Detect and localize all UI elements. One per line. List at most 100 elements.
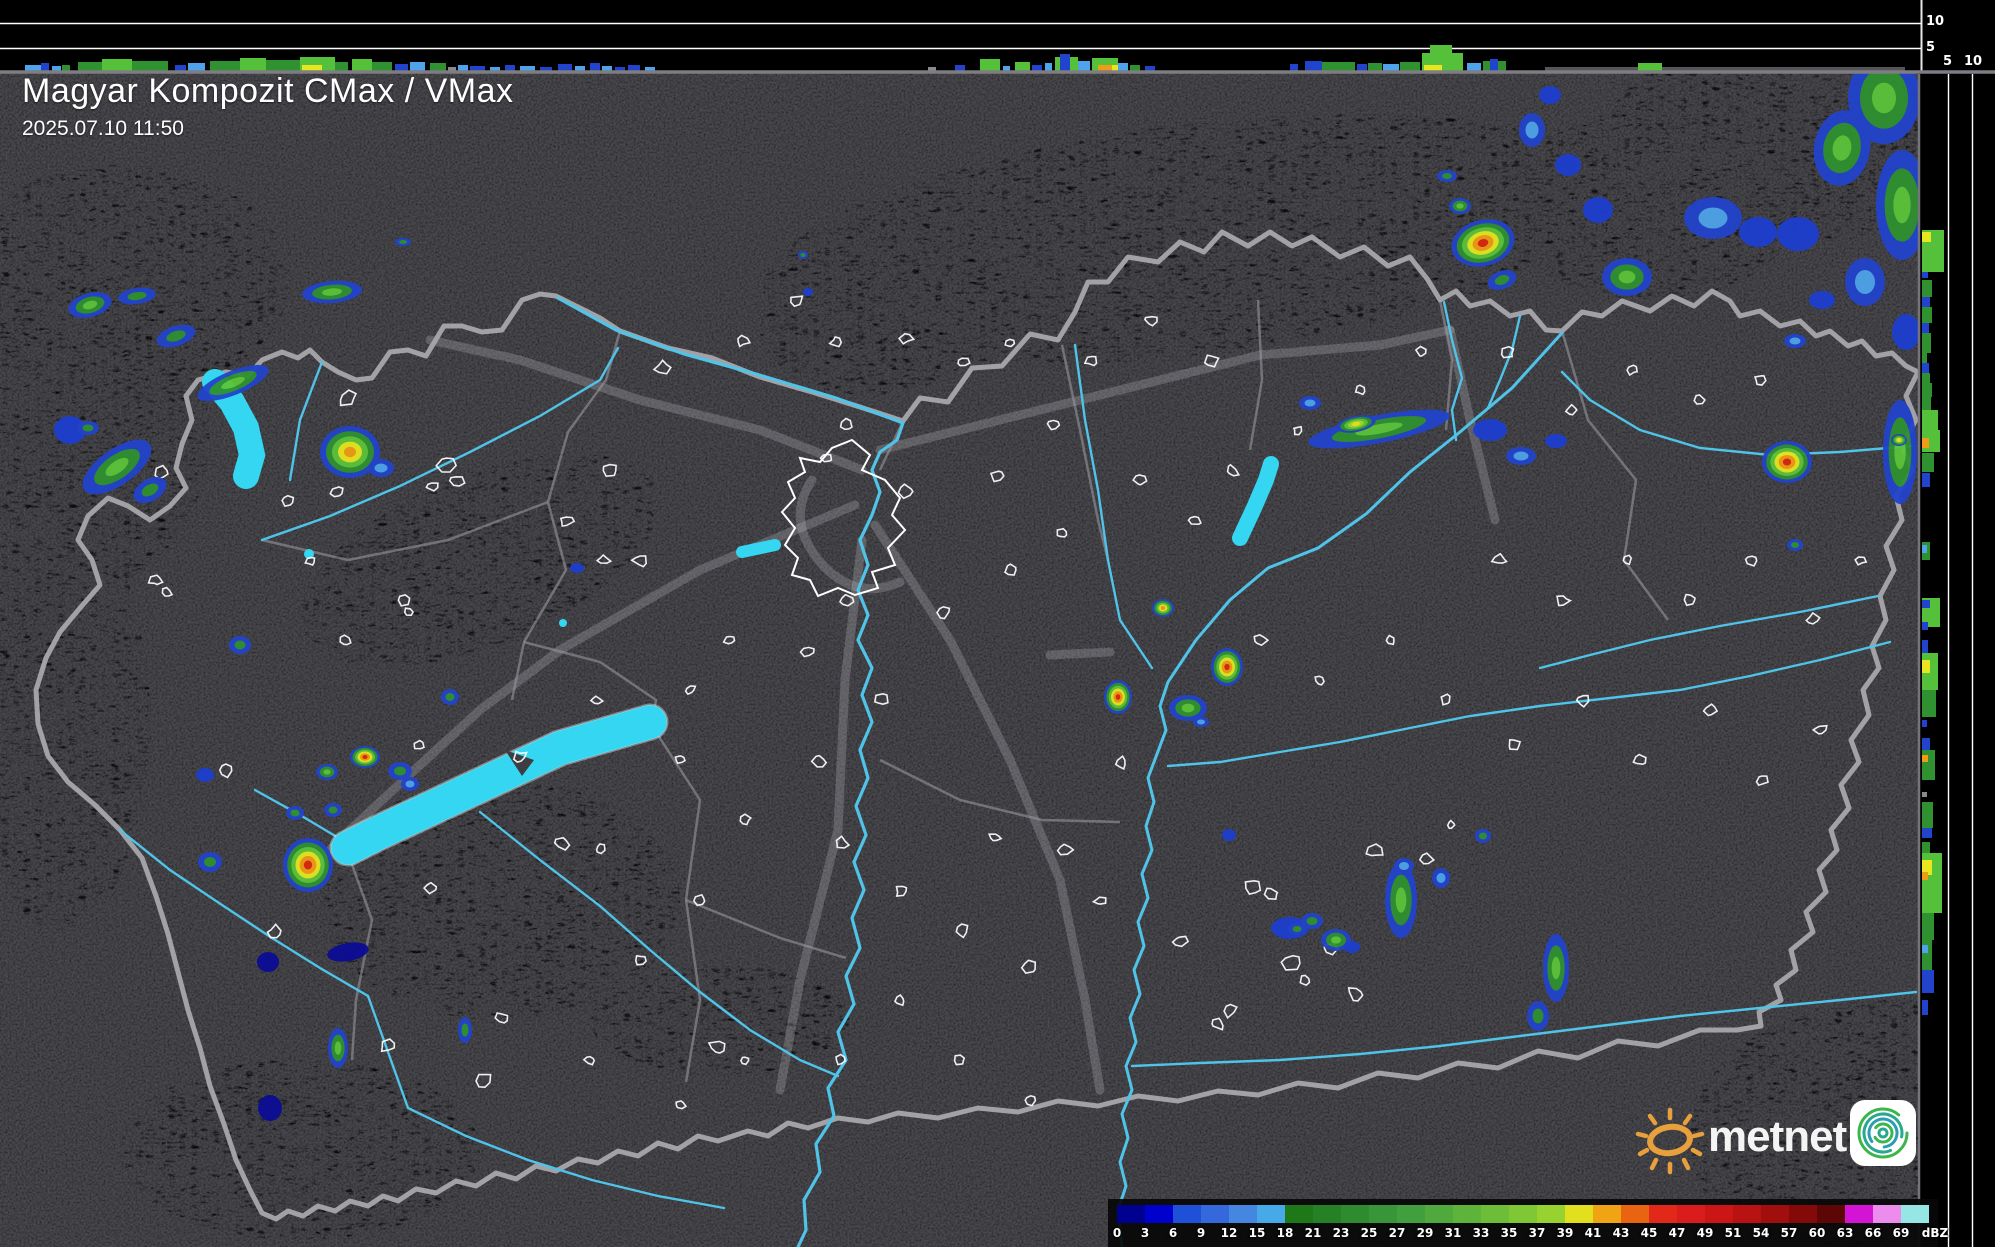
colorbar-cell — [1201, 1205, 1229, 1223]
top-profile-segment — [352, 59, 372, 71]
colorbar-tick-label: 15 — [1249, 1226, 1266, 1240]
colorbar-tick-label: 63 — [1837, 1226, 1854, 1240]
right-profile-segment — [1922, 1000, 1928, 1015]
echo-cell — [1545, 434, 1567, 448]
top-profile-segment — [1357, 64, 1367, 71]
profile-axis-corner — [1921, 0, 1995, 71]
echo-cell — [1475, 829, 1491, 843]
colorbar-tick-label: 9 — [1197, 1226, 1205, 1240]
colorbar-tick-label: 41 — [1585, 1226, 1602, 1240]
right-profile-panel — [1921, 71, 1995, 1247]
top-profile-segment — [1400, 62, 1420, 71]
echo-cell — [798, 251, 808, 259]
top-profile-segment — [955, 65, 965, 71]
colorbar-tick-label: 54 — [1753, 1226, 1770, 1240]
top-profile-segment — [1490, 59, 1498, 71]
right-profile-segment — [1922, 622, 1928, 630]
colorbar-tick-label: 60 — [1809, 1226, 1826, 1240]
echo-cell — [1739, 217, 1777, 247]
right-profile-segment — [1922, 828, 1932, 838]
echo-cell — [1583, 197, 1613, 223]
top-profile-segment — [1467, 63, 1481, 71]
top-profile-segment — [188, 63, 205, 71]
reflectivity-colorbar: 0369121518212325272931333537394143454749… — [1108, 1199, 1938, 1247]
top-profile-segment — [302, 65, 322, 71]
colorbar-cell — [1369, 1205, 1397, 1223]
colorbar-tick-label: 6 — [1169, 1226, 1177, 1240]
colorbar-tick-label: 66 — [1865, 1226, 1882, 1240]
echo-cell — [1777, 217, 1819, 251]
colorbar-cell — [1677, 1205, 1705, 1223]
right-profile-segment — [1922, 383, 1932, 397]
colorbar-tick-label: 45 — [1641, 1226, 1658, 1240]
colorbar-cell — [1537, 1205, 1565, 1223]
right-profile-segment — [1922, 970, 1934, 993]
side-axis-label-10: 10 — [1964, 55, 1982, 68]
right-profile-segment — [1922, 307, 1932, 323]
echo-cell — [1555, 154, 1581, 176]
echo-cell — [1602, 258, 1652, 296]
colorbar-cell — [1565, 1205, 1593, 1223]
colorbar-cell — [1845, 1205, 1873, 1223]
echo-cell — [1845, 258, 1885, 306]
logo-wordmark: metnet — [1708, 1112, 1846, 1162]
right-profile-segment — [1922, 297, 1930, 307]
echo-cell — [1784, 334, 1806, 348]
echo-cell — [1473, 419, 1507, 441]
right-profile-segment — [1922, 373, 1930, 383]
radar-map-canvas — [0, 0, 1995, 1247]
right-profile-segment — [1922, 755, 1928, 762]
colorbar-tick-label: 51 — [1725, 1226, 1742, 1240]
top-axis-label-10: 10 — [1926, 15, 1944, 28]
colorbar-tick-label: 69 — [1893, 1226, 1910, 1240]
top-profile-segment — [1322, 62, 1355, 71]
colorbar-cell — [1901, 1205, 1929, 1223]
top-profile-segment — [1098, 65, 1112, 71]
echo-cell — [196, 768, 214, 782]
echo-cell — [257, 952, 279, 972]
top-profile-segment — [628, 65, 640, 71]
colorbar-cell — [1453, 1205, 1481, 1223]
app-icon — [1850, 1100, 1916, 1166]
colorbar-cell — [1145, 1205, 1173, 1223]
echo-cell — [1394, 858, 1414, 874]
colorbar-tick-label: 37 — [1529, 1226, 1546, 1240]
colorbar-cell — [1817, 1205, 1845, 1223]
echo-cell — [229, 636, 251, 654]
top-profile-panel — [0, 0, 1921, 71]
echo-cell — [77, 421, 99, 435]
echo-cell — [1883, 400, 1917, 504]
top-profile-segment — [175, 65, 186, 71]
echo-cell — [324, 803, 342, 817]
right-profile-segment — [1922, 272, 1928, 278]
right-profile-segment — [1922, 363, 1929, 373]
top-profile-segment — [1305, 61, 1322, 71]
colorbar-tick-label: 39 — [1557, 1226, 1574, 1240]
echo-cell — [570, 563, 584, 573]
echo-cell — [1299, 396, 1321, 410]
echo-cell — [1539, 86, 1561, 104]
colorbar-cell — [1509, 1205, 1537, 1223]
echo-cell — [1211, 648, 1243, 686]
top-profile-segment — [430, 63, 446, 71]
top-profile-segment — [1638, 63, 1662, 71]
colorbar-tick-label: 27 — [1389, 1226, 1406, 1240]
right-profile-segment — [1922, 397, 1931, 410]
colorbar-cell — [1593, 1205, 1621, 1223]
right-profile-segment — [1922, 660, 1930, 673]
top-profile-segment — [590, 63, 600, 71]
colorbar-unit-label: dBZ — [1922, 1226, 1948, 1240]
right-profile-segment — [1922, 545, 1927, 553]
echo-cell — [1222, 829, 1236, 841]
top-profile-segment — [132, 61, 168, 71]
top-profile-segment — [395, 64, 408, 71]
colorbar-cell — [1285, 1205, 1313, 1223]
colorbar-tick-label: 33 — [1473, 1226, 1490, 1240]
echo-cell — [1193, 717, 1209, 727]
right-profile-segment — [1922, 802, 1933, 828]
right-profile-segment — [1922, 600, 1930, 608]
echo-cell — [401, 777, 419, 791]
right-profile-segment — [1922, 872, 1928, 880]
top-profile-segment — [1112, 65, 1118, 71]
top-profile-segment — [458, 65, 468, 71]
